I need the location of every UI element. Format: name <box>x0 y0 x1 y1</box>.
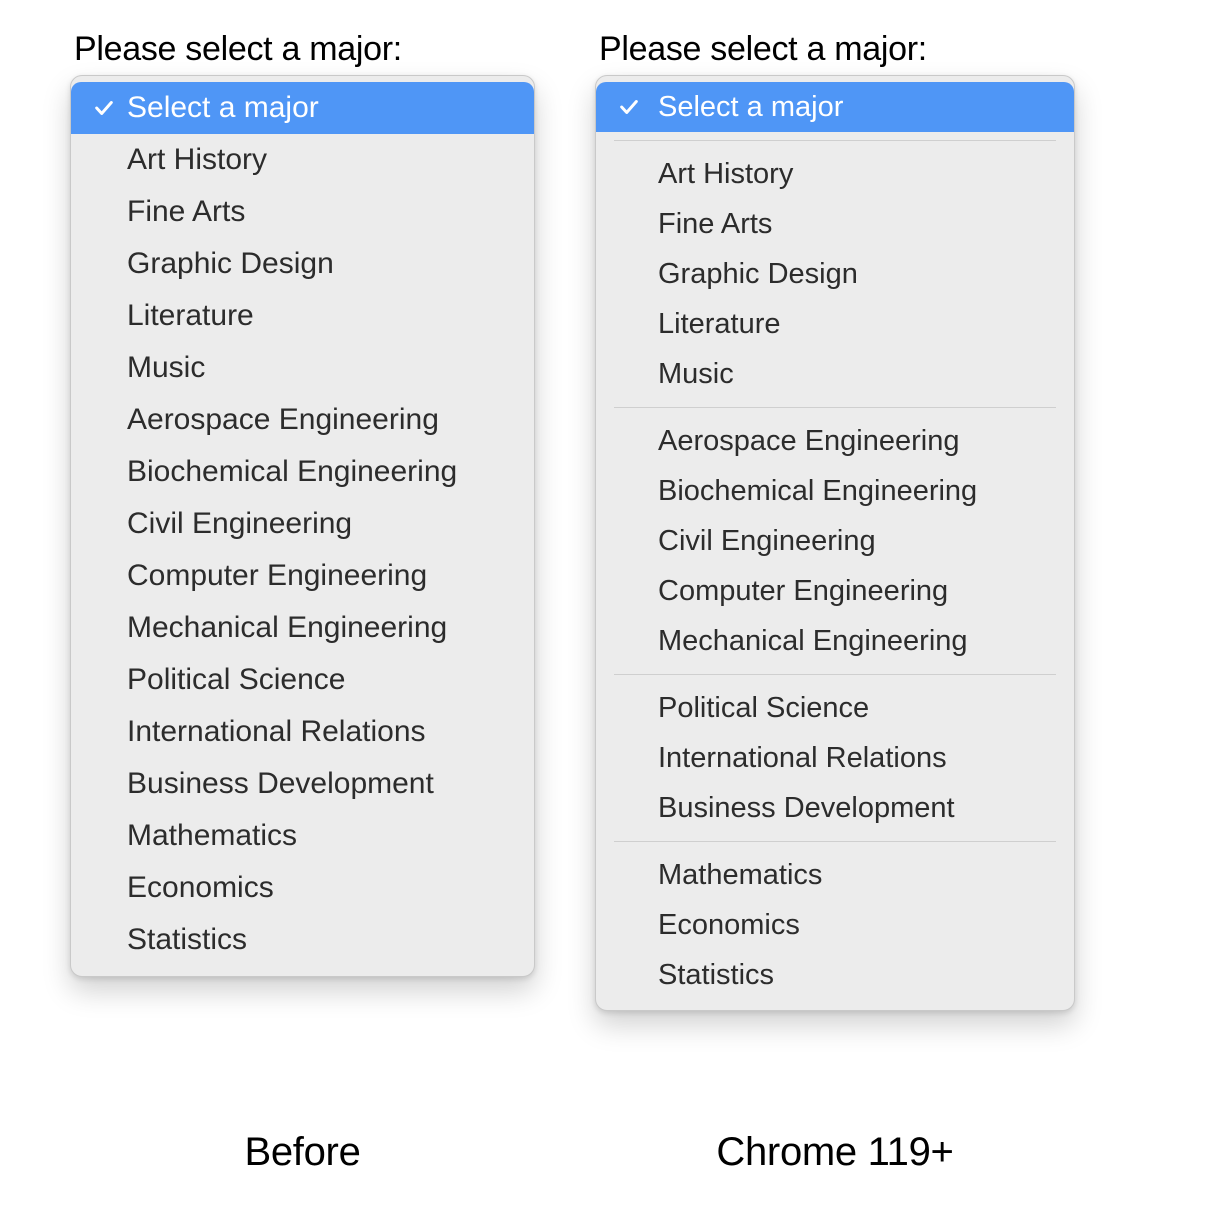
option-row[interactable]: International Relations <box>71 706 534 758</box>
option-label: Business Development <box>658 792 1056 825</box>
option-label: Computer Engineering <box>127 559 516 593</box>
group-separator <box>614 841 1056 842</box>
option-label: Biochemical Engineering <box>127 455 516 489</box>
checkmark-icon <box>93 97 127 119</box>
option-label: Graphic Design <box>658 258 1056 291</box>
option-label: Select a major <box>127 91 516 125</box>
option-row[interactable]: Fine Arts <box>71 186 534 238</box>
option-label: Statistics <box>127 923 516 957</box>
option-label: Literature <box>127 299 516 333</box>
option-label: Civil Engineering <box>127 507 516 541</box>
after-caption: Chrome 119+ <box>595 1130 1075 1175</box>
option-label: Art History <box>127 143 516 177</box>
option-label: Economics <box>127 871 516 905</box>
group-separator <box>614 674 1056 675</box>
option-row[interactable]: Mathematics <box>596 850 1074 900</box>
option-label: International Relations <box>127 715 516 749</box>
option-label: Aerospace Engineering <box>127 403 516 437</box>
option-label: Mechanical Engineering <box>658 625 1056 658</box>
option-row[interactable]: Political Science <box>596 683 1074 733</box>
option-row[interactable]: Computer Engineering <box>596 566 1074 616</box>
option-label: Statistics <box>658 959 1056 992</box>
after-prompt-label: Please select a major: <box>599 30 927 69</box>
option-label: Computer Engineering <box>658 575 1056 608</box>
option-label: Literature <box>658 308 1056 341</box>
group-separator <box>614 407 1056 408</box>
option-label: Aerospace Engineering <box>658 425 1056 458</box>
after-select-popup[interactable]: Select a major Art History Fine Arts Gra… <box>595 75 1075 1011</box>
option-row[interactable]: Literature <box>596 299 1074 349</box>
option-label: International Relations <box>658 742 1056 775</box>
before-prompt-label: Please select a major: <box>74 30 402 69</box>
option-row[interactable]: Mathematics <box>71 810 534 862</box>
before-column: Please select a major: Select a major Ar… <box>70 30 535 977</box>
option-row[interactable]: Literature <box>71 290 534 342</box>
option-selected-placeholder[interactable]: Select a major <box>71 82 534 134</box>
option-label: Fine Arts <box>658 208 1056 241</box>
option-row[interactable]: Graphic Design <box>596 249 1074 299</box>
option-row[interactable]: Art History <box>71 134 534 186</box>
after-column: Please select a major: Select a major Ar… <box>595 30 1075 1011</box>
option-row[interactable]: Music <box>596 349 1074 399</box>
option-label: Political Science <box>658 692 1056 725</box>
option-row[interactable]: Aerospace Engineering <box>596 416 1074 466</box>
checkmark-icon <box>618 96 658 118</box>
option-label: Political Science <box>127 663 516 697</box>
option-row[interactable]: Statistics <box>71 914 534 966</box>
option-label: Music <box>658 358 1056 391</box>
option-label: Economics <box>658 909 1056 942</box>
option-label: Business Development <box>127 767 516 801</box>
option-label: Civil Engineering <box>658 525 1056 558</box>
option-label: Fine Arts <box>127 195 516 229</box>
option-label: Mathematics <box>658 859 1056 892</box>
option-label: Mechanical Engineering <box>127 611 516 645</box>
option-row[interactable]: Economics <box>596 900 1074 950</box>
option-label: Biochemical Engineering <box>658 475 1056 508</box>
option-label: Mathematics <box>127 819 516 853</box>
option-row[interactable]: Mechanical Engineering <box>596 616 1074 666</box>
option-row[interactable]: Art History <box>596 149 1074 199</box>
option-row[interactable]: Computer Engineering <box>71 550 534 602</box>
option-label: Music <box>127 351 516 385</box>
option-row[interactable]: Civil Engineering <box>596 516 1074 566</box>
option-label: Art History <box>658 158 1056 191</box>
option-row[interactable]: Political Science <box>71 654 534 706</box>
before-select-popup[interactable]: Select a major Art History Fine Arts Gra… <box>70 75 535 977</box>
group-separator <box>614 140 1056 141</box>
option-label: Select a major <box>658 91 1056 124</box>
option-row[interactable]: Music <box>71 342 534 394</box>
option-row[interactable]: Aerospace Engineering <box>71 394 534 446</box>
before-caption: Before <box>70 1130 535 1175</box>
option-row[interactable]: Economics <box>71 862 534 914</box>
option-row[interactable]: Biochemical Engineering <box>71 446 534 498</box>
option-row[interactable]: Mechanical Engineering <box>71 602 534 654</box>
option-row[interactable]: Biochemical Engineering <box>596 466 1074 516</box>
option-selected-placeholder[interactable]: Select a major <box>596 82 1074 132</box>
option-row[interactable]: Fine Arts <box>596 199 1074 249</box>
option-row[interactable]: Statistics <box>596 950 1074 1000</box>
option-row[interactable]: Civil Engineering <box>71 498 534 550</box>
option-row[interactable]: Business Development <box>71 758 534 810</box>
option-row[interactable]: Graphic Design <box>71 238 534 290</box>
option-row[interactable]: Business Development <box>596 783 1074 833</box>
option-label: Graphic Design <box>127 247 516 281</box>
option-row[interactable]: International Relations <box>596 733 1074 783</box>
